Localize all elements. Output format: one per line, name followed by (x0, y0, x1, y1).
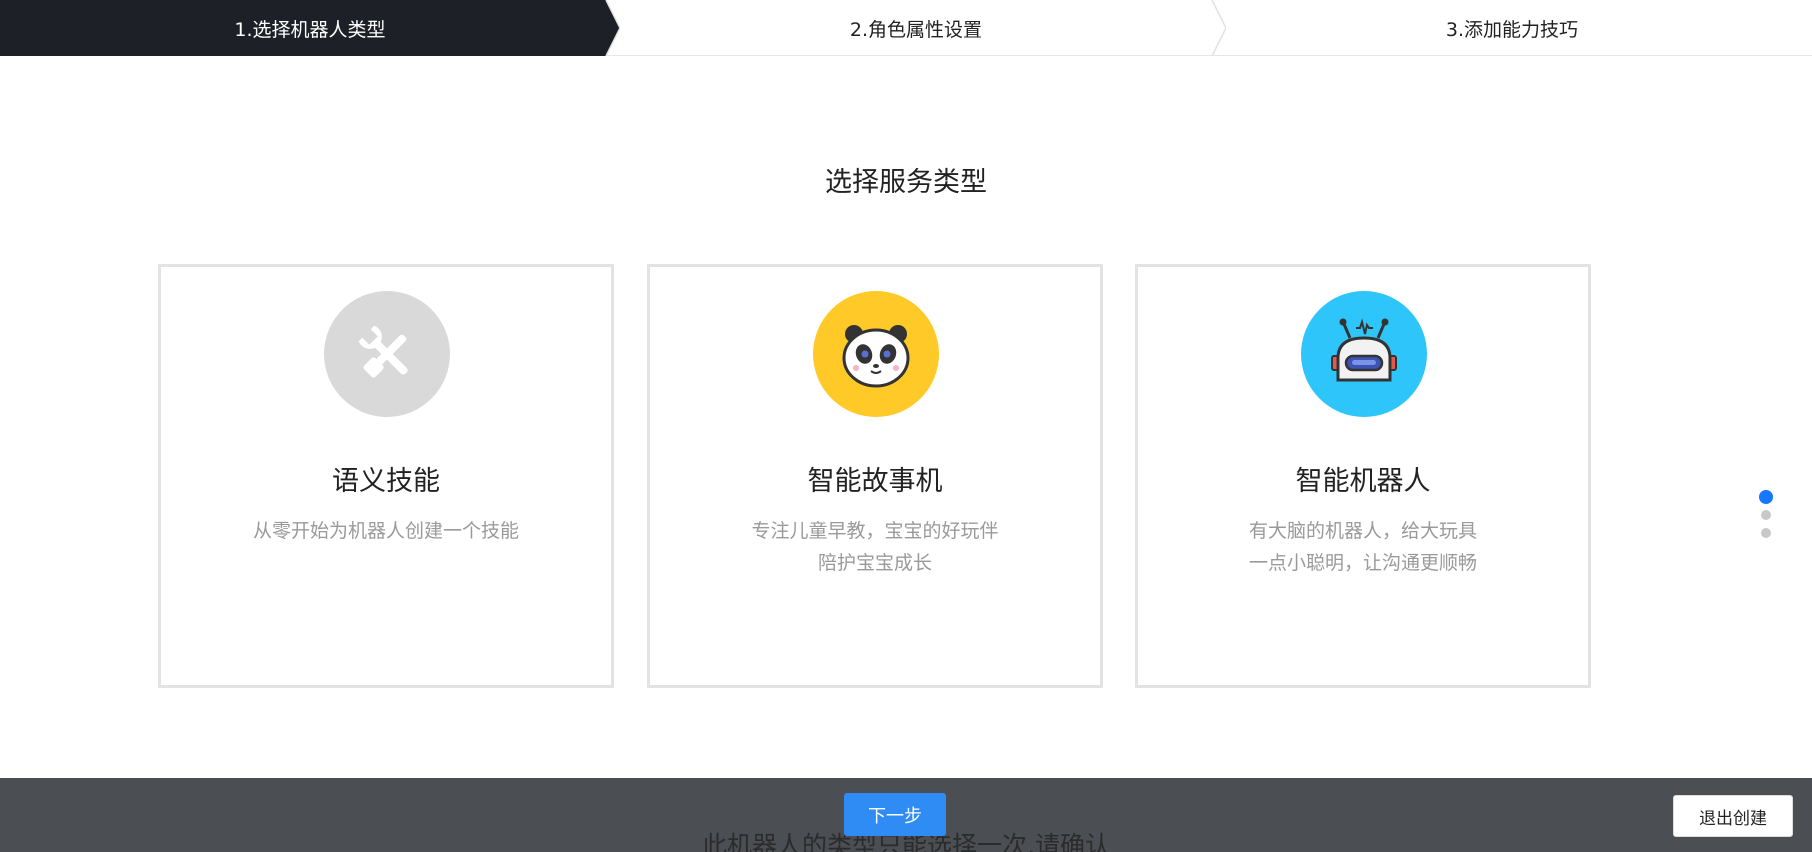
tools-icon (324, 291, 450, 417)
page-title: 选择服务类型 (825, 167, 987, 198)
step-3-tab[interactable]: 3.添加能力技巧 (1212, 0, 1812, 56)
card-description: 从零开始为机器人创建一个技能 (161, 515, 611, 547)
card-description-line: 陪护宝宝成长 (817, 552, 932, 574)
service-card-story-machine[interactable]: 智能故事机 专注儿童早教，宝宝的好玩伴 陪护宝宝成长 (647, 264, 1103, 688)
card-description: 专注儿童早教，宝宝的好玩伴 陪护宝宝成长 (650, 515, 1100, 579)
next-step-button[interactable]: 下一步 (844, 793, 946, 836)
card-title: 智能机器人 (1295, 466, 1431, 497)
card-title: 语义技能 (332, 466, 440, 497)
page-dot[interactable] (1761, 510, 1771, 520)
page-dot-active[interactable] (1759, 490, 1773, 504)
card-description: 有大脑的机器人，给大玩具 一点小聪明，让沟通更顺畅 (1138, 515, 1588, 579)
card-description-line: 从零开始为机器人创建一个技能 (252, 520, 519, 542)
step-progress-bar: 1.选择机器人类型 2.角色属性设置 3.添加能力技巧 (0, 0, 1812, 56)
step-separator-icon (1211, 0, 1226, 56)
service-card-smart-robot[interactable]: 智能机器人 有大脑的机器人，给大玩具 一点小聪明，让沟通更顺畅 (1135, 264, 1591, 688)
panda-icon (813, 291, 939, 417)
step-1-label: 1.选择机器人类型 (234, 18, 386, 41)
card-description-line: 有大脑的机器人，给大玩具 (1248, 520, 1477, 542)
step-1-tab[interactable]: 1.选择机器人类型 (0, 0, 620, 56)
robot-icon (1301, 291, 1427, 417)
page-dot[interactable] (1761, 528, 1771, 538)
step-2-tab[interactable]: 2.角色属性设置 (606, 0, 1226, 56)
card-description-line: 一点小聪明，让沟通更顺畅 (1248, 552, 1477, 574)
card-description-line: 专注儿童早教，宝宝的好玩伴 (751, 520, 999, 542)
step-separator-icon (605, 0, 620, 56)
exit-create-button[interactable]: 退出创建 (1673, 795, 1793, 837)
card-title: 智能故事机 (807, 466, 943, 497)
create-robot-page: 1.选择机器人类型 2.角色属性设置 3.添加能力技巧 选择服务类型 语义技能 … (0, 0, 1812, 852)
footer-bar: 此机器人的类型只能选择一次,请确认 下一步 退出创建 (0, 778, 1812, 852)
service-card-semantic-skill[interactable]: 语义技能 从零开始为机器人创建一个技能 (158, 264, 614, 688)
step-2-label: 2.角色属性设置 (849, 18, 983, 41)
step-3-label: 3.添加能力技巧 (1445, 18, 1579, 41)
page-indicator (1759, 490, 1773, 546)
